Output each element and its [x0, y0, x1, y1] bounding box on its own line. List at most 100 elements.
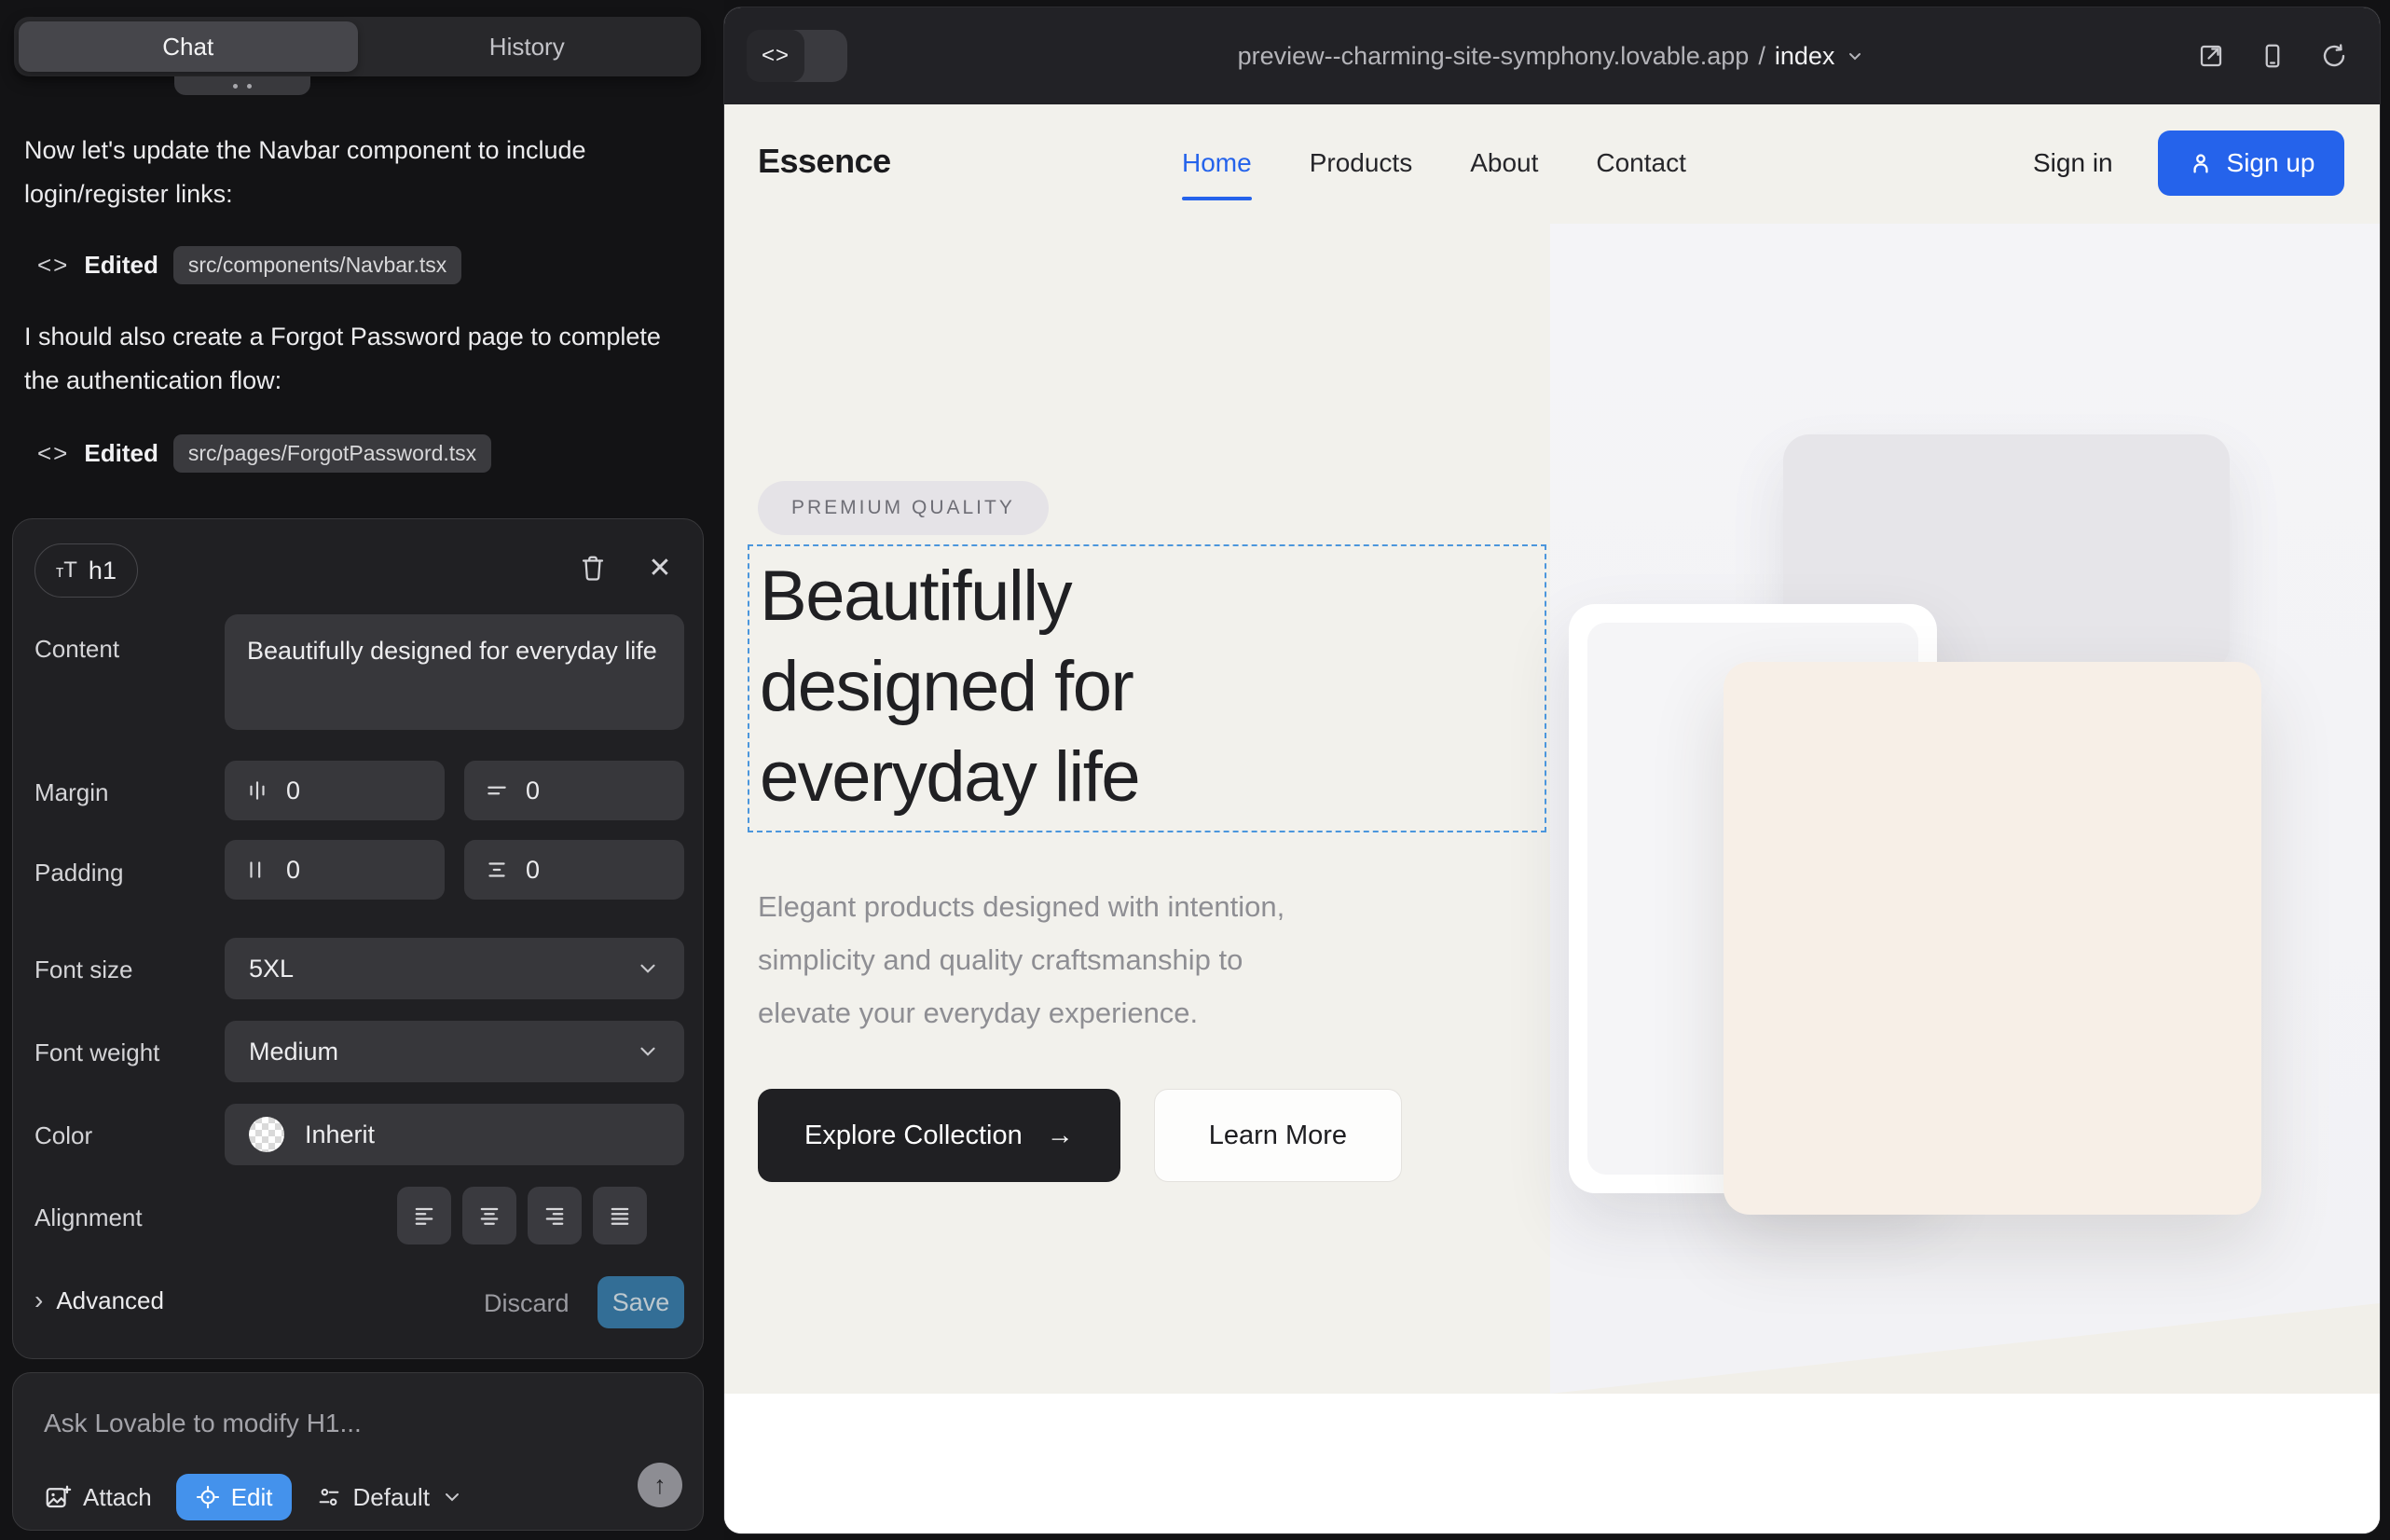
user-icon [2188, 150, 2214, 176]
file-chip-navbar[interactable]: src/components/Navbar.tsx [173, 246, 461, 284]
edit-label: Edit [231, 1483, 273, 1512]
align-left-button[interactable] [397, 1187, 451, 1244]
advanced-label: Advanced [56, 1286, 164, 1315]
sliders-icon [316, 1484, 342, 1510]
padding-x-input[interactable]: 0 [225, 840, 445, 900]
content-input[interactable]: Beautifully designed for everyday life [225, 614, 684, 730]
clipped-scrolled-pill [174, 76, 310, 95]
font-size-select[interactable]: 5XL [225, 938, 684, 999]
color-swatch [249, 1117, 284, 1152]
element-editor-panel: тT h1 ✕ Content Beautifully designed for… [12, 518, 704, 1359]
edited-label: Edited [84, 251, 158, 280]
edit-mode-button[interactable]: Edit [176, 1474, 292, 1520]
discard-button[interactable]: Discard [484, 1289, 570, 1318]
lovable-sidebar: Chat History Now let's update the Navbar… [0, 0, 724, 1540]
attach-button[interactable]: Attach [44, 1483, 152, 1512]
selected-element-pill[interactable]: тT h1 [34, 543, 138, 598]
font-size-label: Font size [34, 956, 133, 984]
send-button[interactable]: ↑ [638, 1463, 682, 1507]
code-icon: <> [37, 439, 69, 468]
open-external-button[interactable] [2197, 42, 2225, 70]
margin-x-value: 0 [286, 777, 300, 805]
padding-y-input[interactable]: 0 [464, 840, 684, 900]
alignment-label: Alignment [34, 1203, 143, 1232]
site-logo[interactable]: Essence [758, 142, 891, 181]
url-domain: preview--charming-site-symphony.lovable.… [1238, 42, 1750, 71]
close-editor-button[interactable]: ✕ [639, 547, 680, 588]
margin-label: Margin [34, 778, 108, 807]
arrow-right-icon: → [1047, 1121, 1074, 1151]
delete-element-button[interactable] [572, 547, 613, 588]
selected-h1-outline[interactable]: Beautifully designed for everyday life [748, 544, 1546, 832]
trash-icon [579, 554, 607, 582]
font-weight-select[interactable]: Medium [225, 1021, 684, 1082]
margin-y-icon [485, 778, 509, 803]
mobile-phone-icon [2259, 42, 2287, 70]
sign-up-button[interactable]: Sign up [2158, 131, 2344, 196]
file-chip-forgotpassword[interactable]: src/pages/ForgotPassword.tsx [173, 434, 491, 473]
chevron-down-icon [636, 956, 660, 981]
premium-quality-badge: PREMIUM QUALITY [758, 481, 1049, 535]
external-link-icon [2197, 42, 2225, 70]
chevron-down-icon [636, 1039, 660, 1064]
align-right-button[interactable] [528, 1187, 582, 1244]
site-navbar: Essence Home Products About Contact Sign… [724, 104, 2380, 224]
code-preview-toggle[interactable]: <> [747, 30, 847, 82]
element-tag-label: h1 [89, 557, 117, 585]
align-center-button[interactable] [462, 1187, 516, 1244]
color-label: Color [34, 1121, 92, 1150]
next-section [724, 1394, 2380, 1533]
chevron-down-icon [1844, 45, 1866, 67]
chat-history-tabbar: Chat History [14, 17, 701, 76]
explore-collection-label: Explore Collection [804, 1121, 1023, 1151]
chat-message: Now let's update the Navbar component to… [24, 129, 682, 216]
padding-y-icon [485, 858, 509, 882]
tab-chat[interactable]: Chat [19, 21, 358, 72]
sign-up-label: Sign up [2227, 148, 2315, 178]
explore-collection-button[interactable]: Explore Collection → [758, 1089, 1120, 1182]
attach-image-icon [44, 1483, 72, 1511]
learn-more-button[interactable]: Learn More [1154, 1089, 1402, 1182]
tab-history[interactable]: History [358, 21, 697, 72]
chat-message: I should also create a Forgot Password p… [24, 315, 682, 403]
edited-label: Edited [84, 439, 158, 468]
refresh-icon [2320, 42, 2348, 70]
padding-y-value: 0 [526, 856, 540, 885]
attach-label: Attach [83, 1483, 152, 1512]
nav-products[interactable]: Products [1310, 148, 1413, 178]
composer-input[interactable]: Ask Lovable to modify H1... [44, 1409, 362, 1438]
url-separator: / [1758, 42, 1765, 71]
nav-contact[interactable]: Contact [1596, 148, 1686, 178]
font-weight-label: Font weight [34, 1038, 159, 1067]
align-justify-button[interactable] [593, 1187, 647, 1244]
url-page: index [1775, 42, 1835, 71]
refresh-button[interactable] [2320, 42, 2348, 70]
margin-y-input[interactable]: 0 [464, 761, 684, 820]
color-select[interactable]: Inherit [225, 1104, 684, 1165]
nav-about[interactable]: About [1470, 148, 1538, 178]
arrow-up-icon: ↑ [653, 1471, 666, 1500]
font-size-value: 5XL [249, 955, 294, 983]
sign-in-link[interactable]: Sign in [2033, 148, 2113, 178]
nav-home[interactable]: Home [1182, 148, 1252, 178]
default-mode-dropdown[interactable]: Default [316, 1483, 463, 1512]
font-weight-value: Medium [249, 1038, 338, 1066]
padding-label: Padding [34, 859, 123, 887]
mobile-view-button[interactable] [2259, 42, 2287, 70]
chevron-right-icon: › [34, 1286, 43, 1315]
margin-y-value: 0 [526, 777, 540, 805]
preview-site: Essence Home Products About Contact Sign… [724, 104, 2380, 1533]
url-dropdown[interactable]: preview--charming-site-symphony.lovable.… [724, 7, 2380, 104]
padding-x-icon [245, 858, 269, 882]
save-button[interactable]: Save [598, 1276, 684, 1328]
chevron-down-icon [441, 1486, 463, 1508]
close-icon: ✕ [648, 552, 671, 584]
site-nav-links: Home Products About Contact [1182, 148, 1686, 178]
advanced-toggle[interactable]: › Advanced [34, 1286, 164, 1315]
code-icon: <> [37, 251, 69, 280]
chat-composer: Ask Lovable to modify H1... Attach [12, 1372, 704, 1531]
margin-x-input[interactable]: 0 [225, 761, 445, 820]
edited-file-row: <> Edited src/components/Navbar.tsx [37, 242, 461, 287]
hero-description: Elegant products designed with intention… [758, 880, 1284, 1039]
edited-file-row: <> Edited src/pages/ForgotPassword.tsx [37, 431, 491, 475]
